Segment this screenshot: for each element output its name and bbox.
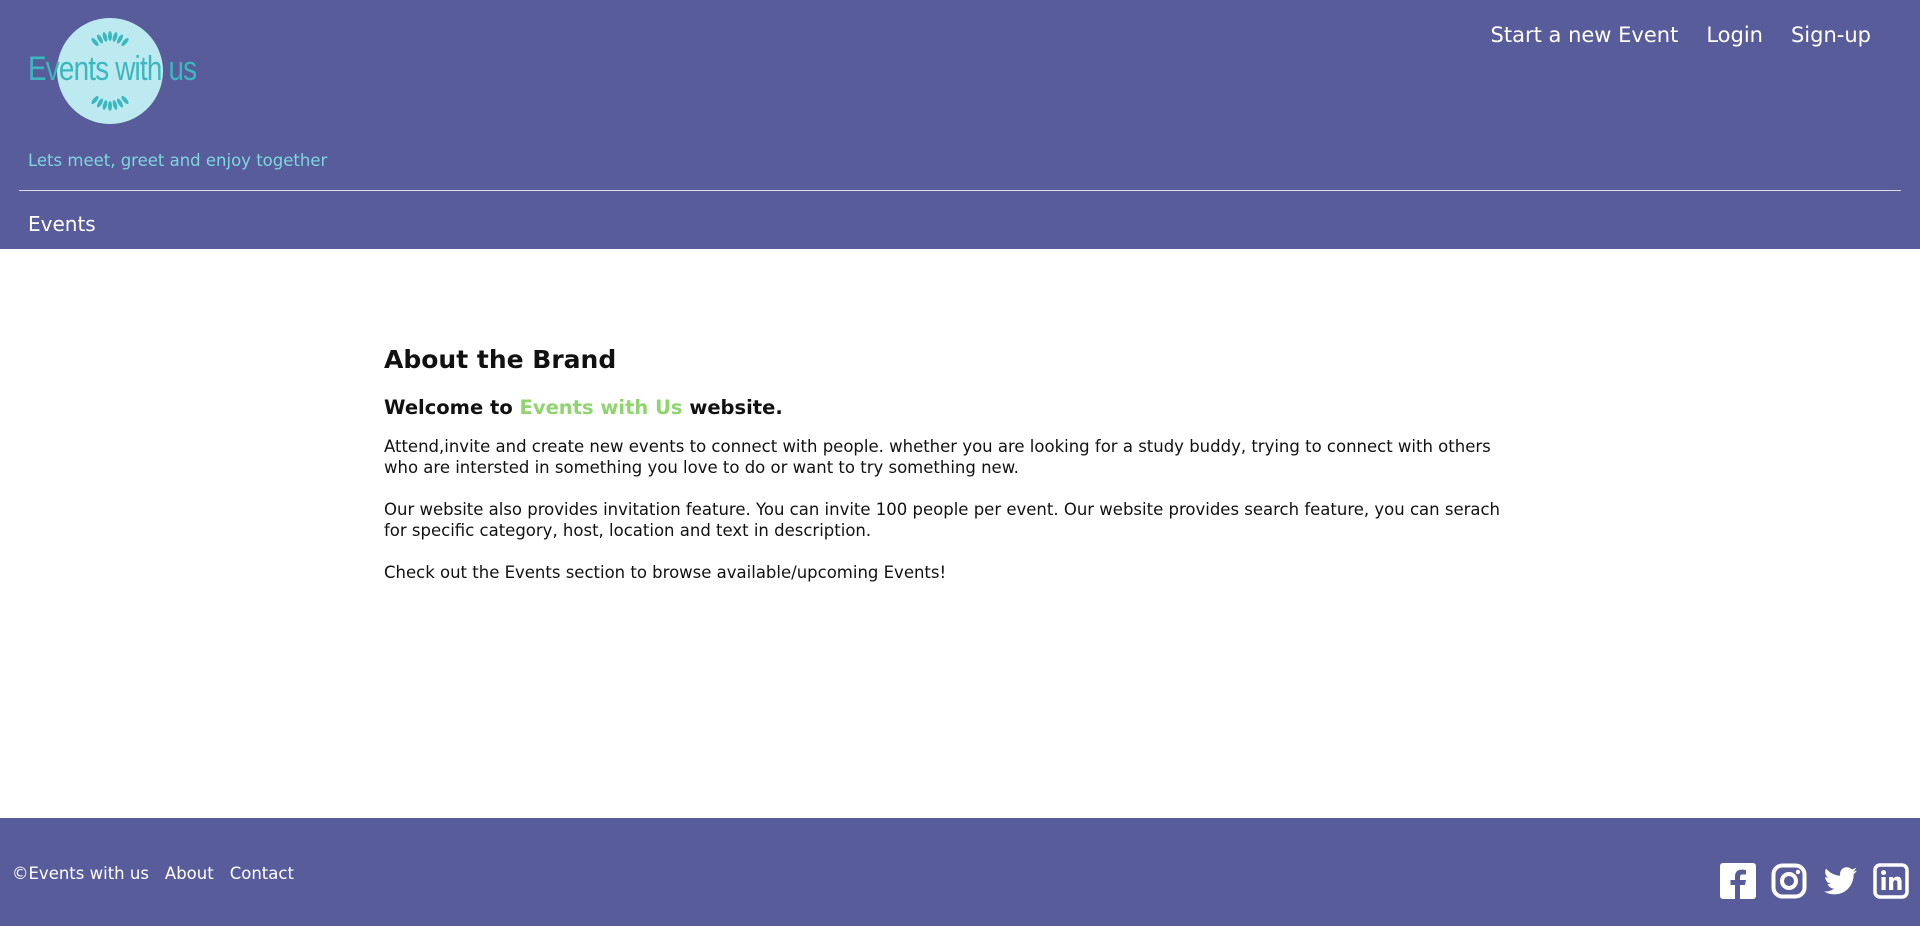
copyright-text: ©Events with us bbox=[12, 864, 149, 883]
instagram-icon[interactable] bbox=[1771, 863, 1807, 899]
site-header: Events with us Lets meet, greet and enjo… bbox=[0, 0, 1920, 249]
about-section: About the Brand Welcome to Events with U… bbox=[384, 340, 1524, 583]
linkedin-icon[interactable] bbox=[1873, 863, 1909, 899]
tagline: Lets meet, greet and enjoy together bbox=[28, 151, 328, 170]
logo-text[interactable]: Events with us bbox=[28, 50, 208, 89]
about-link[interactable]: About bbox=[165, 864, 214, 883]
signup-link[interactable]: Sign-up bbox=[1791, 23, 1871, 47]
facebook-icon[interactable] bbox=[1720, 863, 1756, 899]
about-paragraph: Attend,invite and create new events to c… bbox=[384, 437, 1491, 477]
header-divider bbox=[19, 190, 1901, 191]
welcome-prefix: Welcome to bbox=[384, 396, 520, 419]
events-nav-link[interactable]: Events bbox=[28, 212, 96, 236]
laurel-icon bbox=[91, 31, 129, 47]
contact-link[interactable]: Contact bbox=[230, 864, 294, 883]
brand-name: Events with Us bbox=[519, 396, 683, 419]
site-footer: ©Events with us About Contact bbox=[0, 818, 1920, 926]
top-nav: Start a new Event Login Sign-up bbox=[1491, 23, 1871, 47]
about-paragraph: Check out the Events section to browse a… bbox=[384, 563, 947, 582]
login-link[interactable]: Login bbox=[1706, 23, 1763, 47]
welcome-suffix: website. bbox=[682, 396, 783, 419]
about-paragraph: Our website also provides invitation fea… bbox=[384, 500, 1501, 540]
social-links bbox=[1720, 863, 1909, 899]
laurel-icon bbox=[91, 95, 129, 111]
start-event-link[interactable]: Start a new Event bbox=[1491, 23, 1679, 47]
welcome-heading: Welcome to Events with Us website. bbox=[384, 392, 1524, 424]
footer-links: ©Events with us About Contact bbox=[12, 864, 294, 883]
page-title: About the Brand bbox=[384, 345, 617, 374]
twitter-icon[interactable] bbox=[1822, 863, 1858, 899]
